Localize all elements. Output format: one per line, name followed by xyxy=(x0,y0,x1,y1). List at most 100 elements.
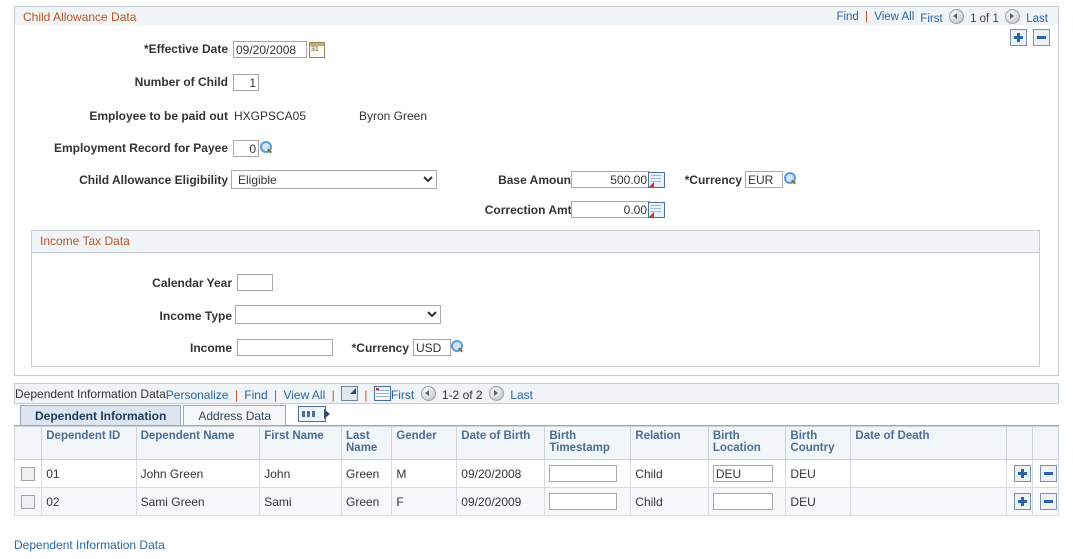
cell-gender: M xyxy=(391,459,458,488)
income-input[interactable] xyxy=(237,339,333,356)
cell-birth-timestamp xyxy=(544,459,632,488)
tab-address-data[interactable]: Address Data xyxy=(183,405,287,425)
dependent-first-link[interactable]: First xyxy=(391,388,414,402)
cell-birth-location xyxy=(707,459,787,488)
cell-last-name: Green xyxy=(340,487,393,516)
dependent-tab-strip: Dependent Information Address Data xyxy=(14,404,1059,426)
grid-delete-row-button[interactable] xyxy=(1039,493,1057,510)
first-link[interactable]: First xyxy=(920,13,942,25)
number-of-child-input[interactable] xyxy=(233,74,259,91)
grid-add-row-button[interactable] xyxy=(1013,493,1031,510)
dependent-information-data-link[interactable]: Dependent Information Data xyxy=(14,538,165,552)
previous-row-icon[interactable] xyxy=(948,8,964,24)
employee-paid-out-name: Byron Green xyxy=(359,109,428,123)
col-birth-location: Birth Location xyxy=(707,426,787,460)
col-dependent-name: Dependent Name xyxy=(135,426,261,460)
cell-first-name: Sami xyxy=(259,487,342,516)
dependent-information-section: Dependent Information Data Personalize |… xyxy=(13,383,1060,516)
cell-dependent-name: John Green xyxy=(135,459,261,488)
income-currency-input[interactable] xyxy=(413,339,451,356)
child-allowance-nav-links: Find | View All xyxy=(836,11,920,23)
col-add xyxy=(1005,426,1033,460)
col-birth-country: Birth Country xyxy=(785,426,852,460)
dependent-grid-body: 01 John Green John Green M 09/20/2008 Ch… xyxy=(13,459,1060,516)
correction-amount-input[interactable] xyxy=(571,201,650,218)
download-to-excel-icon[interactable] xyxy=(341,385,359,401)
cell-relation: Child xyxy=(630,459,709,488)
dependent-previous-page-icon[interactable] xyxy=(420,385,436,401)
employment-record-input[interactable] xyxy=(233,140,259,157)
income-currency-lookup-icon[interactable] xyxy=(450,340,465,355)
income-type-label: Income Type xyxy=(159,309,232,323)
employment-record-label: Employment Record for Payee xyxy=(53,141,228,155)
dependent-grid-header-row: Dependent ID Dependent Name First Name L… xyxy=(13,426,1060,460)
row-select-checkbox[interactable] xyxy=(21,466,36,481)
birth-location-input[interactable] xyxy=(712,493,773,510)
cell-date-of-death xyxy=(850,487,1007,516)
col-relation: Relation xyxy=(630,426,709,460)
col-birth-timestamp: Birth Timestamp xyxy=(544,426,632,460)
child-allowance-form-panel: *Effective Date Number of Child Employee… xyxy=(14,25,1059,376)
cell-dependent-id: 01 xyxy=(41,459,137,488)
row-select-checkbox[interactable] xyxy=(21,494,36,509)
calendar-year-input[interactable] xyxy=(237,274,273,291)
birth-location-input[interactable] xyxy=(712,465,773,482)
income-label: Income xyxy=(189,341,232,355)
currency-label: *Currency xyxy=(684,173,742,187)
effective-date-input[interactable] xyxy=(233,41,307,58)
dependent-last-link[interactable]: Last xyxy=(510,388,533,402)
cell-first-name: John xyxy=(259,459,342,488)
row-counter: 1 of 1 xyxy=(970,12,999,25)
birth-timestamp-input[interactable] xyxy=(549,465,618,482)
show-all-columns-icon[interactable] xyxy=(298,406,331,422)
grid-add-row-button[interactable] xyxy=(1013,465,1031,482)
next-row-icon[interactable] xyxy=(1005,8,1021,24)
col-last-name: Last Name xyxy=(340,426,393,460)
base-amount-label: Base Amount xyxy=(498,173,575,187)
correction-amount-label: Correction Amt. xyxy=(484,203,575,217)
nav-separator: | xyxy=(234,387,238,402)
dependent-find-link[interactable]: Find xyxy=(244,388,267,402)
last-link[interactable]: Last xyxy=(1026,13,1048,25)
base-amount-currency-icon[interactable] xyxy=(648,172,665,188)
col-first-name: First Name xyxy=(259,426,342,460)
dependent-nav-links: Personalize | Find | View All | | xyxy=(166,385,391,402)
calendar-icon[interactable] xyxy=(309,42,325,58)
nav-separator: | xyxy=(273,387,278,402)
find-link[interactable]: Find xyxy=(836,11,858,23)
cell-remove xyxy=(1031,459,1060,488)
currency-lookup-icon[interactable] xyxy=(783,172,798,187)
birth-timestamp-input[interactable] xyxy=(549,493,618,510)
base-amount-input[interactable] xyxy=(571,171,650,188)
dependent-view-all-link[interactable]: View All xyxy=(283,388,325,402)
cell-remove xyxy=(1031,487,1060,516)
personalize-link[interactable]: Personalize xyxy=(166,388,229,402)
view-all-link[interactable]: View All xyxy=(874,11,914,23)
cell-birth-country: DEU xyxy=(785,459,852,488)
dependent-next-page-icon[interactable] xyxy=(488,385,504,401)
grid-layout-icon[interactable] xyxy=(373,385,391,401)
dependent-grid-table: Dependent ID Dependent Name First Name L… xyxy=(13,426,1060,516)
add-row-button[interactable] xyxy=(1009,29,1027,46)
col-remove xyxy=(1031,426,1060,460)
col-select xyxy=(13,426,43,460)
employment-record-lookup-icon[interactable] xyxy=(259,141,274,156)
cell-birth-timestamp xyxy=(544,487,632,516)
tab-dependent-information[interactable]: Dependent Information xyxy=(20,405,182,425)
cell-birth-location xyxy=(707,487,787,516)
child-allowance-pager: First 1 of 1 Last xyxy=(920,8,1058,25)
row-action-buttons xyxy=(1007,29,1050,46)
correction-amount-currency-icon[interactable] xyxy=(648,202,665,218)
cell-date-of-death xyxy=(850,459,1007,488)
row-select-cell xyxy=(13,487,43,516)
income-tax-section: Income Tax Data Calendar Year Income Typ… xyxy=(31,230,1040,367)
currency-input[interactable] xyxy=(745,171,783,188)
cell-add xyxy=(1005,487,1033,516)
col-gender: Gender xyxy=(391,426,458,460)
effective-date-label: *Effective Date xyxy=(143,42,228,56)
grid-delete-row-button[interactable] xyxy=(1039,465,1057,482)
income-type-select[interactable] xyxy=(235,305,441,324)
income-currency-label: *Currency xyxy=(351,341,409,355)
delete-row-button[interactable] xyxy=(1033,29,1050,46)
cell-date-of-birth: 09/20/2008 xyxy=(456,459,546,488)
